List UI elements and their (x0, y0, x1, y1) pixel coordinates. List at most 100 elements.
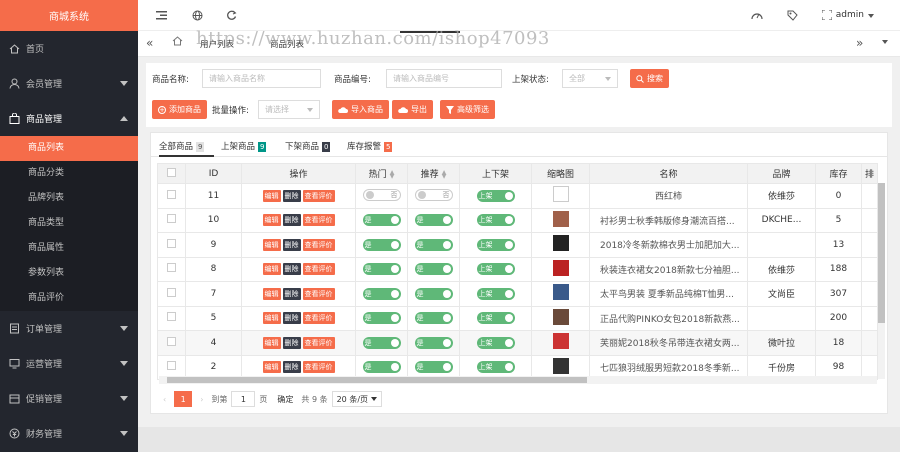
submenu-item[interactable]: 商品评价 (0, 286, 138, 311)
edit-button[interactable]: 编辑 (262, 214, 281, 227)
toggle-switch[interactable]: 是 (362, 238, 401, 251)
toggle-switch[interactable]: 否 (362, 189, 401, 202)
product-thumbnail[interactable] (552, 308, 569, 325)
toggle-switch[interactable]: 是 (414, 263, 453, 276)
view-reviews-button[interactable]: 查看评价 (302, 361, 335, 374)
select-all-checkbox[interactable] (167, 167, 176, 177)
edit-button[interactable]: 编辑 (262, 312, 281, 325)
view-reviews-button[interactable]: 查看评价 (302, 189, 335, 202)
advanced-filter-button[interactable]: 高级筛选 (440, 100, 495, 119)
status-select[interactable]: 全部 (562, 69, 618, 88)
submenu-item[interactable]: 参数列表 (0, 261, 138, 286)
tabs-menu-icon[interactable] (882, 37, 888, 47)
submenu-item[interactable]: 商品列表 (0, 136, 138, 161)
next-page-icon[interactable]: › (200, 395, 203, 404)
user-menu[interactable]: admin (836, 10, 864, 20)
toggle-switch[interactable]: 是 (362, 361, 401, 374)
product-thumbnail[interactable] (552, 186, 569, 203)
toggle-switch[interactable]: 是 (414, 214, 453, 227)
view-reviews-button[interactable]: 查看评价 (302, 263, 335, 276)
product-thumbnail[interactable] (552, 284, 569, 301)
edit-button[interactable]: 编辑 (262, 189, 281, 202)
toggle-switch[interactable]: 是 (362, 214, 401, 227)
subtab-3[interactable]: 库存报警 5 (347, 140, 393, 152)
shelf-toggle[interactable]: 上架 (476, 263, 515, 276)
batch-select[interactable]: 请选择 (258, 100, 320, 119)
sidebar-item-0[interactable]: 首页 (0, 31, 138, 66)
delete-button[interactable]: 删除 (282, 336, 301, 349)
row-checkbox[interactable] (167, 214, 176, 224)
sidebar-item-3[interactable]: 订单管理 (0, 311, 138, 346)
shelf-toggle[interactable]: 上架 (476, 214, 515, 227)
sidebar-item-5[interactable]: 促销管理 (0, 381, 138, 416)
toggle-switch[interactable]: 是 (362, 312, 401, 325)
current-page[interactable]: 1 (174, 391, 193, 407)
export-button[interactable]: 导出 (392, 100, 433, 119)
row-checkbox[interactable] (167, 238, 176, 248)
delete-button[interactable]: 删除 (282, 189, 301, 202)
page-jump-input[interactable]: 1 (231, 391, 256, 407)
edit-button[interactable]: 编辑 (262, 263, 281, 276)
delete-button[interactable]: 删除 (282, 361, 301, 374)
product-thumbnail[interactable] (552, 235, 569, 252)
column-header[interactable]: 推荐 ▲ ▼ (407, 163, 460, 184)
toggle-switch[interactable]: 是 (362, 287, 401, 300)
subtab-1[interactable]: 上架商品 9 (221, 140, 267, 152)
view-reviews-button[interactable]: 查看评价 (302, 238, 335, 251)
horizontal-scrollbar[interactable] (159, 376, 877, 384)
delete-button[interactable]: 删除 (282, 214, 301, 227)
refresh-icon[interactable] (224, 8, 238, 22)
edit-button[interactable]: 编辑 (262, 336, 281, 349)
vertical-scrollbar[interactable] (878, 183, 885, 379)
toggle-switch[interactable]: 是 (362, 263, 401, 276)
column-header[interactable]: 热门 ▲ ▼ (355, 163, 408, 184)
view-reviews-button[interactable]: 查看评价 (302, 312, 335, 325)
row-checkbox[interactable] (167, 312, 176, 322)
row-checkbox[interactable] (167, 263, 176, 273)
toggle-switch[interactable]: 否 (414, 189, 453, 202)
import-button[interactable]: 导入商品 (332, 100, 389, 119)
home-tab-icon[interactable] (172, 36, 183, 49)
row-checkbox[interactable] (167, 189, 176, 199)
add-product-button[interactable]: + 添加商品 (152, 100, 207, 119)
product-thumbnail[interactable] (552, 333, 569, 350)
sidebar-item-6[interactable]: 财务管理 (0, 416, 138, 451)
toggle-switch[interactable]: 是 (414, 238, 453, 251)
sidebar-item-4[interactable]: 运营管理 (0, 346, 138, 381)
dashboard-icon[interactable] (750, 8, 764, 22)
sidebar-item-1[interactable]: 会员管理 (0, 66, 138, 101)
toggle-switch[interactable]: 是 (414, 361, 453, 374)
submenu-item[interactable]: 品牌列表 (0, 186, 138, 211)
submenu-item[interactable]: 商品属性 (0, 236, 138, 261)
toggle-switch[interactable]: 是 (414, 336, 453, 349)
product-thumbnail[interactable] (552, 357, 569, 374)
sort-icon[interactable]: ▲ ▼ (442, 169, 447, 179)
delete-button[interactable]: 删除 (282, 263, 301, 276)
product-thumbnail[interactable] (552, 210, 569, 227)
edit-button[interactable]: 编辑 (262, 238, 281, 251)
edit-button[interactable]: 编辑 (262, 287, 281, 300)
shelf-toggle[interactable]: 上架 (476, 238, 515, 251)
shelf-toggle[interactable]: 上架 (476, 312, 515, 325)
toggle-switch[interactable]: 是 (414, 287, 453, 300)
fullscreen-icon[interactable] (820, 8, 834, 22)
product-thumbnail[interactable] (552, 259, 569, 276)
tabs-scroll-right-icon[interactable]: » (856, 36, 863, 50)
delete-button[interactable]: 删除 (282, 287, 301, 300)
search-button[interactable]: 搜索 (630, 69, 669, 88)
view-reviews-button[interactable]: 查看评价 (302, 214, 335, 227)
sort-icon[interactable]: ▲ ▼ (390, 169, 395, 179)
toggle-switch[interactable]: 是 (362, 336, 401, 349)
menu-toggle-icon[interactable] (154, 8, 168, 22)
view-reviews-button[interactable]: 查看评价 (302, 287, 335, 300)
edit-button[interactable]: 编辑 (262, 361, 281, 374)
globe-icon[interactable] (190, 8, 204, 22)
shelf-toggle[interactable]: 上架 (476, 287, 515, 300)
horizontal-scroll-thumb[interactable] (167, 377, 587, 383)
shelf-toggle[interactable]: 上架 (476, 336, 515, 349)
vertical-scroll-thumb[interactable] (878, 183, 885, 323)
subtab-0[interactable]: 全部商品 9 (159, 140, 205, 152)
tabs-scroll-left-icon[interactable]: « (146, 36, 153, 50)
page-size-select[interactable]: 20 条/页 (331, 391, 383, 407)
toggle-switch[interactable]: 是 (414, 312, 453, 325)
